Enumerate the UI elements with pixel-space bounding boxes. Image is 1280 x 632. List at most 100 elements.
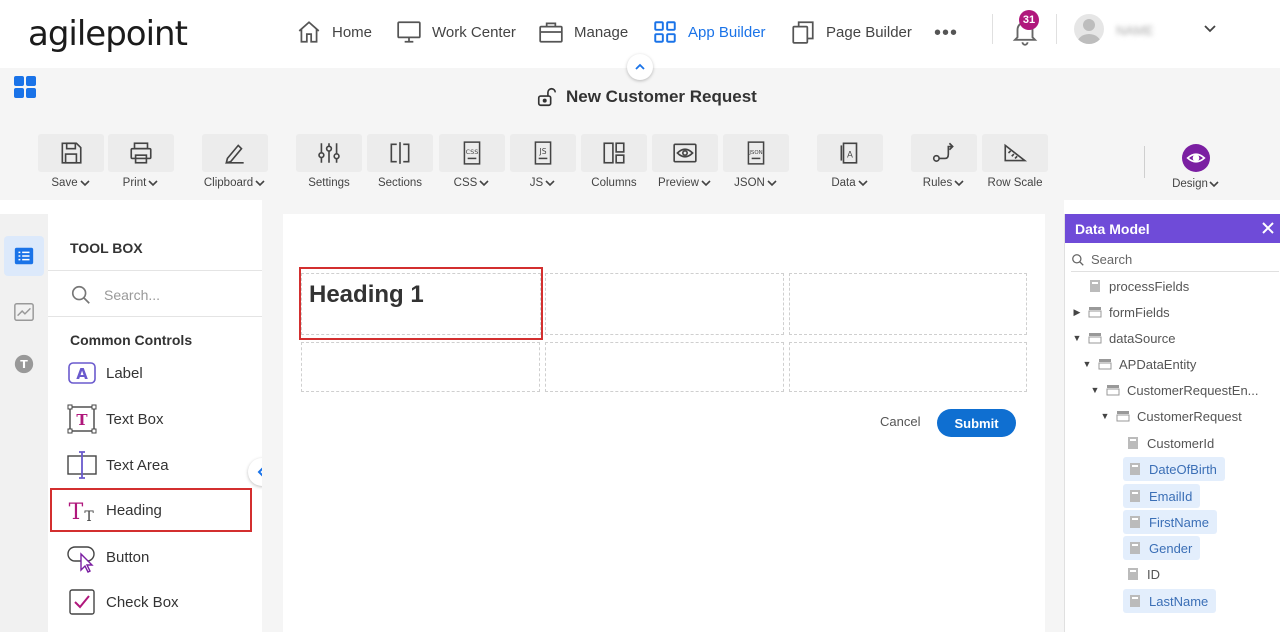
data-model-search-placeholder: Search bbox=[1091, 252, 1133, 267]
chevron-down-icon bbox=[767, 180, 777, 187]
control-text-box-text: Text Box bbox=[106, 410, 164, 428]
tree-node-apdataentity[interactable]: ▼ APDataEntity bbox=[1083, 352, 1197, 376]
app-switcher-icon[interactable] bbox=[14, 76, 36, 98]
control-check-box[interactable]: Check Box bbox=[50, 580, 252, 624]
form-cell[interactable] bbox=[545, 273, 784, 335]
tree-node-label: DateOfBirth bbox=[1149, 461, 1217, 477]
more-menu-button[interactable]: ••• bbox=[934, 22, 958, 45]
tree-node-label: processFields bbox=[1109, 278, 1190, 294]
control-text-box[interactable]: T Text Box bbox=[50, 397, 252, 441]
design-button[interactable]: Design bbox=[1166, 144, 1226, 190]
control-heading-text: Heading bbox=[106, 501, 162, 519]
data-button[interactable]: A Data bbox=[817, 134, 883, 189]
columns-label: Columns bbox=[591, 177, 637, 189]
row-scale-label: Row Scale bbox=[987, 177, 1043, 189]
clipboard-button[interactable]: Clipboard bbox=[202, 134, 268, 189]
design-label: Design bbox=[1172, 178, 1208, 190]
tree-node-lastname[interactable]: LastName bbox=[1123, 589, 1217, 613]
data-icon: A bbox=[840, 142, 858, 164]
field-icon bbox=[1087, 279, 1103, 293]
js-button[interactable]: JS JS bbox=[510, 134, 576, 189]
toolbox-search[interactable]: Search... bbox=[70, 284, 160, 306]
nav-page-builder[interactable]: Page Builder bbox=[790, 18, 912, 46]
tree-node-label: formFields bbox=[1109, 304, 1170, 320]
user-name[interactable]: NAME bbox=[1116, 23, 1154, 38]
columns-button[interactable]: Columns bbox=[581, 134, 647, 189]
heading-icon: TT bbox=[69, 500, 95, 525]
caret-down-icon[interactable]: ▼ bbox=[1073, 333, 1082, 343]
tree-node-emailid[interactable]: EmailId bbox=[1123, 484, 1201, 508]
reports-tab[interactable] bbox=[4, 292, 44, 332]
group-icon bbox=[1115, 409, 1131, 423]
tree-node-firstname[interactable]: FirstName bbox=[1123, 510, 1217, 534]
json-button[interactable]: JSON JSON bbox=[723, 134, 789, 189]
preview-button[interactable]: Preview bbox=[652, 134, 718, 189]
tree-node-id[interactable]: ID bbox=[1125, 562, 1160, 586]
pencil-icon bbox=[225, 144, 244, 164]
caret-down-icon[interactable]: ▼ bbox=[1101, 411, 1110, 421]
chevron-down-icon[interactable] bbox=[1202, 20, 1218, 36]
heading-control-selected[interactable]: Heading 1 bbox=[299, 267, 543, 340]
rules-icon bbox=[932, 142, 954, 162]
data-model-panel: Data Model Search processFields ▶ formFi… bbox=[1064, 214, 1280, 632]
caret-down-icon[interactable]: ▼ bbox=[1091, 385, 1100, 395]
clipboard-label: Clipboard bbox=[203, 177, 254, 189]
form-toolbar: Save Print Clipboard Settings Sections C… bbox=[0, 126, 1280, 200]
tree-node-gender[interactable]: Gender bbox=[1123, 536, 1201, 560]
form-cell[interactable] bbox=[301, 342, 540, 392]
control-heading[interactable]: TT Heading bbox=[50, 488, 252, 532]
chevron-down-icon bbox=[954, 180, 964, 187]
button-cursor-icon bbox=[67, 546, 95, 573]
field-icon bbox=[1127, 594, 1143, 608]
divider bbox=[48, 270, 262, 271]
close-icon[interactable] bbox=[1261, 221, 1275, 235]
nav-app-builder[interactable]: App Builder bbox=[652, 18, 766, 46]
cancel-button[interactable]: Cancel bbox=[880, 414, 920, 429]
print-button[interactable]: Print bbox=[108, 134, 174, 189]
tree-node-formfields[interactable]: ▶ formFields bbox=[1073, 300, 1170, 324]
user-silhouette-icon bbox=[1077, 19, 1101, 44]
save-button[interactable]: Save bbox=[38, 134, 104, 189]
tree-node-customerrequestentity[interactable]: ▼ CustomerRequestEn... bbox=[1091, 378, 1259, 402]
label-icon: A bbox=[68, 362, 96, 384]
form-cell[interactable] bbox=[789, 273, 1027, 335]
caret-down-icon[interactable]: ▼ bbox=[1083, 359, 1092, 369]
css-button[interactable]: CSS CSS bbox=[439, 134, 505, 189]
control-label[interactable]: A Label bbox=[50, 351, 252, 395]
nav-manage-label: Manage bbox=[574, 23, 629, 41]
sections-button[interactable]: Sections bbox=[367, 134, 433, 189]
agilepoint-logo[interactable]: agilepoint bbox=[28, 14, 188, 54]
nav-work-center[interactable]: Work Center bbox=[396, 18, 516, 46]
design-eye-icon bbox=[1182, 144, 1210, 172]
collapse-header-button[interactable] bbox=[627, 54, 653, 80]
settings-button[interactable]: Settings bbox=[296, 134, 362, 189]
nav-manage[interactable]: Manage bbox=[538, 18, 628, 46]
submit-button[interactable]: Submit bbox=[937, 409, 1016, 437]
grid-icon bbox=[654, 21, 676, 43]
unlock-icon[interactable] bbox=[536, 86, 558, 108]
toolbox-tab[interactable] bbox=[4, 236, 44, 276]
tree-node-label: FirstName bbox=[1149, 514, 1209, 530]
row-scale-button[interactable]: Row Scale bbox=[982, 134, 1048, 189]
tree-node-customerid[interactable]: CustomerId bbox=[1125, 431, 1214, 455]
form-cell[interactable] bbox=[545, 342, 784, 392]
css-label: CSS bbox=[453, 177, 478, 189]
tree-node-label: Gender bbox=[1149, 540, 1193, 556]
form-list-icon bbox=[14, 247, 34, 265]
form-cell[interactable] bbox=[789, 342, 1027, 392]
user-avatar[interactable] bbox=[1074, 14, 1104, 44]
tree-node-customerrequest[interactable]: ▼ CustomerRequest bbox=[1101, 404, 1242, 428]
theme-tab[interactable]: T bbox=[4, 344, 44, 384]
nav-home-label: Home bbox=[332, 23, 373, 41]
tree-node-dateofbirth[interactable]: DateOfBirth bbox=[1123, 457, 1225, 481]
tree-node-datasource[interactable]: ▼ dataSource bbox=[1073, 326, 1176, 350]
svg-text:JS: JS bbox=[538, 147, 546, 156]
svg-text:T: T bbox=[76, 411, 88, 429]
nav-home[interactable]: Home bbox=[296, 18, 372, 46]
rules-button[interactable]: Rules bbox=[911, 134, 977, 189]
data-model-search[interactable]: Search bbox=[1071, 248, 1279, 272]
control-button[interactable]: Button bbox=[50, 535, 252, 579]
caret-right-icon[interactable]: ▶ bbox=[1073, 307, 1081, 317]
control-text-area[interactable]: Text Area bbox=[50, 443, 252, 487]
tree-node-processfields[interactable]: processFields bbox=[1087, 274, 1189, 298]
